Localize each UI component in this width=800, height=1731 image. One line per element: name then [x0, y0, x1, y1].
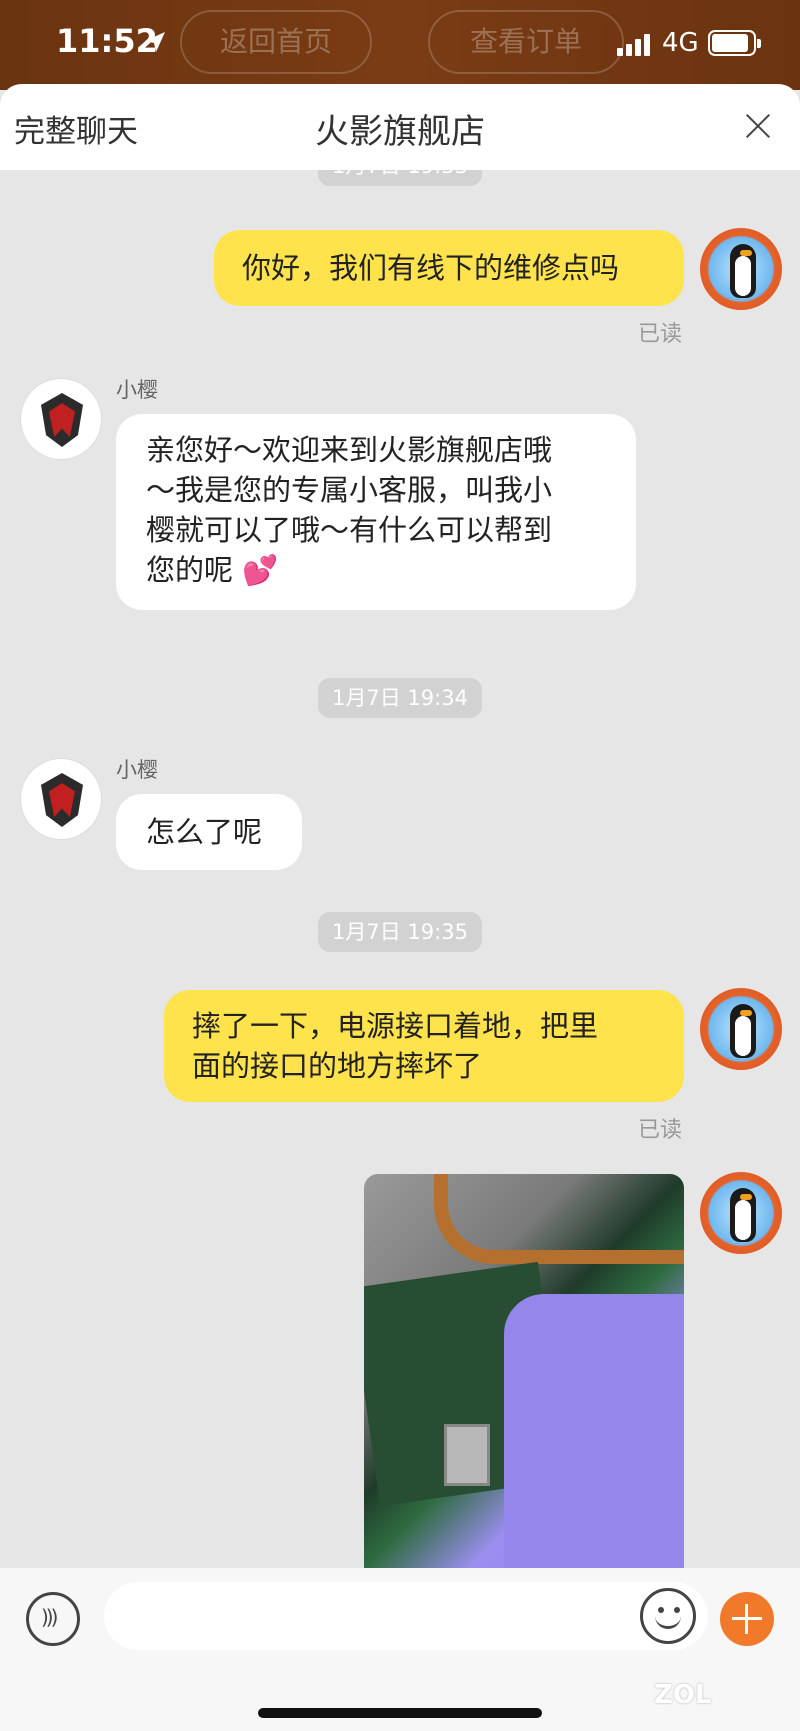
- read-receipt: 已读: [638, 1118, 683, 1143]
- my-message-bubble[interactable]: 摔了一下，电源接口着地，把里 面的接口的地方摔坏了: [164, 990, 684, 1102]
- battery-icon: [708, 30, 761, 56]
- network-type: 4G: [662, 28, 699, 58]
- close-icon[interactable]: [740, 108, 776, 144]
- input-bar: ZOL: [0, 1568, 800, 1731]
- message-line: ～我是您的专属小客服，叫我小: [146, 473, 553, 507]
- message-line: 摔了一下，电源接口着地，把里: [192, 1009, 599, 1043]
- message-line: 您的呢 💕: [146, 553, 279, 587]
- agent-avatar[interactable]: [20, 378, 102, 460]
- message-line: 亲您好～欢迎来到火影旗舰店哦: [146, 433, 553, 467]
- image-message[interactable]: [364, 1174, 684, 1570]
- agent-message-bubble[interactable]: 怎么了呢: [116, 794, 302, 870]
- chat-header: 完整聊天 火影旗舰店: [0, 84, 800, 170]
- message-line: 面的接口的地方摔坏了: [192, 1049, 483, 1083]
- agent-avatar[interactable]: [20, 758, 102, 840]
- my-avatar[interactable]: [700, 1172, 782, 1254]
- location-arrow-icon: [145, 32, 165, 52]
- watermark: ZOL: [654, 1680, 712, 1710]
- my-message-bubble[interactable]: 你好，我们有线下的维修点吗: [214, 230, 684, 306]
- back-home-button[interactable]: 返回首页: [180, 10, 372, 74]
- message-line: 樱就可以了哦～有什么可以帮到: [146, 513, 553, 547]
- home-indicator[interactable]: [258, 1708, 542, 1718]
- emoji-icon[interactable]: [640, 1588, 696, 1644]
- agent-message-bubble[interactable]: 亲您好～欢迎来到火影旗舰店哦 ～我是您的专属小客服，叫我小 樱就可以了哦～有什么…: [116, 414, 636, 610]
- timestamp: 1月7日 19:34: [318, 678, 482, 718]
- signal-icon: [617, 34, 653, 56]
- timestamp: 1月7日 19:33: [318, 170, 482, 186]
- status-bar: 11:52 返回首页 查看订单 4G: [0, 0, 800, 90]
- message-text: 怎么了呢: [146, 815, 263, 849]
- my-avatar[interactable]: [700, 988, 782, 1070]
- message-text: 你好，我们有线下的维修点吗: [242, 251, 620, 285]
- view-orders-button[interactable]: 查看订单: [428, 10, 624, 74]
- my-avatar[interactable]: [700, 228, 782, 310]
- sender-name: 小樱: [116, 758, 158, 782]
- sender-name: 小樱: [116, 378, 158, 402]
- plus-icon[interactable]: [720, 1592, 774, 1646]
- timestamp: 1月7日 19:35: [318, 912, 482, 952]
- read-receipt: 已读: [638, 322, 683, 347]
- message-list[interactable]: 1月7日 19:33 你好，我们有线下的维修点吗 已读 小樱 亲您好～欢迎来到火…: [0, 170, 800, 1570]
- voice-icon[interactable]: [26, 1592, 80, 1646]
- message-input[interactable]: [104, 1582, 708, 1650]
- page-title: 火影旗舰店: [315, 112, 485, 152]
